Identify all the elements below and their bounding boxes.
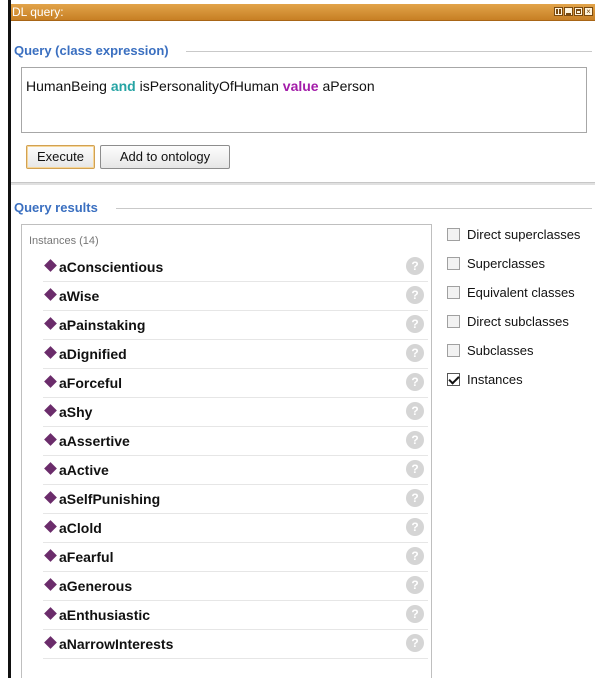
individual-label: aDignified — [59, 346, 127, 362]
results-section-header: Query results — [14, 200, 592, 216]
option-checkbox[interactable] — [447, 344, 460, 357]
view-title: DL query: — [12, 5, 64, 19]
individual-icon — [44, 462, 57, 475]
results-list: aConscientious? aWise? aPainstaking? aDigni… — [43, 253, 428, 659]
list-item[interactable]: aConscientious? — [43, 253, 428, 282]
query-text-part: HumanBeing — [26, 78, 111, 94]
help-icon[interactable]: ? — [406, 373, 424, 391]
individual-label: aPainstaking — [59, 317, 146, 333]
query-section-title: Query (class expression) — [14, 43, 169, 58]
help-icon[interactable]: ? — [406, 431, 424, 449]
divider — [186, 51, 592, 52]
individual-icon — [44, 549, 57, 562]
individual-icon — [44, 317, 57, 330]
results-section-title: Query results — [14, 200, 98, 215]
individual-label: aActive — [59, 462, 109, 478]
option-label: Equivalent classes — [467, 285, 575, 300]
option-label: Direct superclasses — [467, 227, 581, 242]
individual-label: aConscientious — [59, 259, 164, 275]
option-checkbox[interactable] — [447, 228, 460, 241]
help-icon[interactable]: ? — [406, 315, 424, 333]
execute-button[interactable]: Execute — [26, 145, 95, 169]
list-item[interactable]: aEnthusiastic? — [43, 601, 428, 630]
results-list-header: Instances (14) — [29, 235, 99, 247]
list-item[interactable]: aClold? — [43, 514, 428, 543]
option-label: Direct subclasses — [467, 314, 569, 329]
list-item[interactable]: aPainstaking? — [43, 311, 428, 340]
query-text-part: aPerson — [318, 78, 375, 94]
list-item[interactable]: aGenerous? — [43, 572, 428, 601]
window-controls: × — [554, 7, 593, 16]
add-to-ontology-button[interactable]: Add to ontology — [100, 145, 230, 169]
query-keyword-value: value — [282, 78, 319, 94]
help-icon[interactable]: ? — [406, 460, 424, 478]
view-title-bar: DL query: × — [11, 4, 595, 21]
individual-label: aWise — [59, 288, 100, 304]
close-icon[interactable]: × — [584, 7, 593, 16]
individual-icon — [44, 578, 57, 591]
individual-icon — [44, 433, 57, 446]
help-icon[interactable]: ? — [406, 402, 424, 420]
individual-icon — [44, 491, 57, 504]
individual-icon — [44, 259, 57, 272]
minimize-icon[interactable] — [564, 7, 573, 16]
list-item[interactable]: aSelfPunishing? — [43, 485, 428, 514]
query-section-header: Query (class expression) — [14, 43, 592, 59]
option-checkbox[interactable] — [447, 257, 460, 270]
individual-label: aClold — [59, 520, 102, 536]
list-item[interactable]: aWise? — [43, 282, 428, 311]
option-checkbox[interactable] — [447, 286, 460, 299]
list-item[interactable]: aShy? — [43, 398, 428, 427]
individual-label: aAssertive — [59, 433, 130, 449]
individual-label: aSelfPunishing — [59, 491, 161, 507]
split-pane-divider[interactable] — [11, 182, 595, 185]
individual-icon — [44, 288, 57, 301]
individual-icon — [44, 636, 57, 649]
list-item[interactable]: aFearful? — [43, 543, 428, 572]
help-icon[interactable]: ? — [406, 518, 424, 536]
help-icon[interactable]: ? — [406, 547, 424, 565]
individual-label: aGenerous — [59, 578, 133, 594]
individual-icon — [44, 404, 57, 417]
help-icon[interactable]: ? — [406, 257, 424, 275]
help-icon[interactable]: ? — [406, 634, 424, 652]
option-checkbox[interactable] — [447, 373, 460, 386]
list-item[interactable]: aNarrowInterests? — [43, 630, 428, 659]
list-item[interactable]: aAssertive? — [43, 427, 428, 456]
query-keyword-and: and — [110, 78, 136, 94]
help-icon[interactable]: ? — [406, 344, 424, 362]
list-item[interactable]: aActive? — [43, 456, 428, 485]
option-label: Instances — [467, 372, 523, 387]
option-label: Subclasses — [467, 343, 534, 358]
query-input[interactable]: HumanBeing and isPersonalityOfHuman valu… — [21, 67, 587, 133]
individual-icon — [44, 346, 57, 359]
individual-label: aShy — [59, 404, 93, 420]
option-label: Superclasses — [467, 256, 546, 271]
query-expression: HumanBeing and isPersonalityOfHuman valu… — [26, 78, 375, 94]
results-list-panel: Instances (14) aConscientious? aWise? aPai… — [21, 224, 432, 678]
dl-query-view: DL query: × Query (class expression) Hum… — [8, 0, 595, 678]
individual-icon — [44, 375, 57, 388]
individual-label: aFearful — [59, 549, 114, 565]
individual-icon — [44, 520, 57, 533]
list-item[interactable]: aForceful? — [43, 369, 428, 398]
help-icon[interactable]: ? — [406, 576, 424, 594]
restore-icon[interactable] — [554, 7, 563, 16]
query-text-part: isPersonalityOfHuman — [135, 78, 283, 94]
individual-label: aForceful — [59, 375, 123, 391]
individual-icon — [44, 607, 57, 620]
help-icon[interactable]: ? — [406, 489, 424, 507]
list-item[interactable]: aDignified? — [43, 340, 428, 369]
divider — [116, 208, 592, 209]
individual-label: aNarrowInterests — [59, 636, 174, 652]
maximize-icon[interactable] — [574, 7, 583, 16]
individual-label: aEnthusiastic — [59, 607, 151, 623]
help-icon[interactable]: ? — [406, 286, 424, 304]
option-checkbox[interactable] — [447, 315, 460, 328]
help-icon[interactable]: ? — [406, 605, 424, 623]
